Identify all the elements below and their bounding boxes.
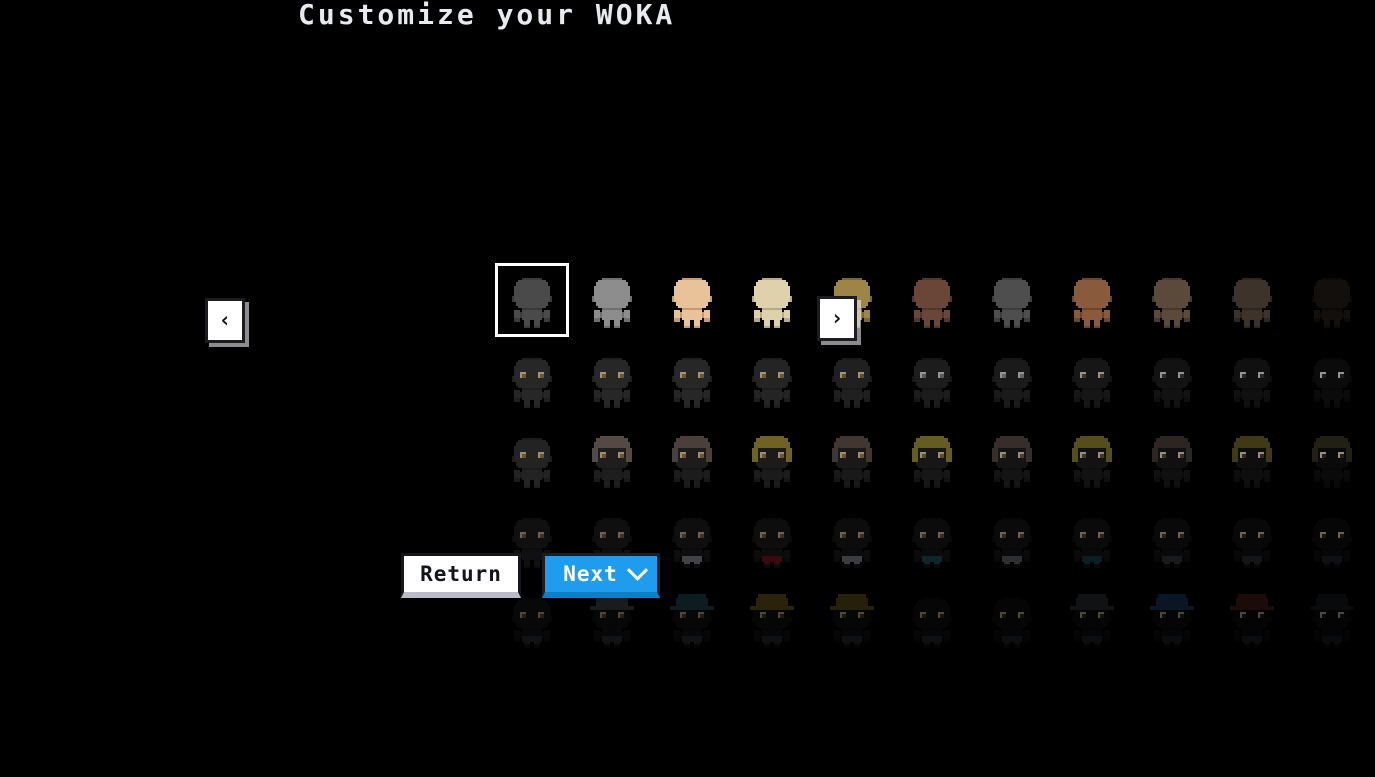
woka-option-eyes-11[interactable] (1298, 346, 1366, 414)
woka-option-body-10[interactable] (1218, 266, 1286, 334)
woka-option-hats-10[interactable] (1218, 586, 1286, 654)
woka-option-eyes-5[interactable] (818, 346, 886, 414)
woka-option-hair-3[interactable] (658, 426, 726, 494)
return-button[interactable]: Return (401, 553, 521, 598)
chevron-left-icon: ‹ (218, 308, 232, 332)
woka-customizer-screen: Customize your WOKA ‹ › Return Next (0, 0, 1375, 777)
woka-option-eyes-6[interactable] (898, 346, 966, 414)
woka-option-hats-9[interactable] (1138, 586, 1206, 654)
woka-option-body-3[interactable] (658, 266, 726, 334)
woka-option-hats-8[interactable] (1058, 586, 1126, 654)
next-button[interactable]: Next (542, 553, 660, 598)
woka-option-hair-4[interactable] (738, 426, 806, 494)
page-title: Customize your WOKA (298, 0, 676, 31)
woka-option-clothes-9[interactable] (1138, 506, 1206, 574)
woka-option-body-6[interactable] (898, 266, 966, 334)
woka-option-hair-9[interactable] (1138, 426, 1206, 494)
woka-option-body-2[interactable] (578, 266, 646, 334)
woka-option-hats-11[interactable] (1298, 586, 1366, 654)
woka-option-hair-2[interactable] (578, 426, 646, 494)
woka-option-hair-8[interactable] (1058, 426, 1126, 494)
woka-option-clothes-10[interactable] (1218, 506, 1286, 574)
woka-selection-grid (495, 263, 1375, 666)
woka-option-hats-3[interactable] (658, 586, 726, 654)
woka-option-hats-5[interactable] (818, 586, 886, 654)
woka-option-clothes-6[interactable] (898, 506, 966, 574)
woka-option-hair-1[interactable] (498, 426, 566, 494)
woka-option-hats-7[interactable] (978, 586, 1046, 654)
woka-option-eyes-4[interactable] (738, 346, 806, 414)
woka-option-body-11[interactable] (1298, 266, 1366, 334)
woka-option-eyes-1[interactable] (498, 346, 566, 414)
woka-option-body-9[interactable] (1138, 266, 1206, 334)
woka-row-hair (498, 426, 1375, 494)
woka-option-hair-11[interactable] (1298, 426, 1366, 494)
woka-option-eyes-9[interactable] (1138, 346, 1206, 414)
woka-option-hats-6[interactable] (898, 586, 966, 654)
woka-option-eyes-8[interactable] (1058, 346, 1126, 414)
woka-option-selected[interactable] (495, 263, 569, 337)
woka-row-body (495, 263, 1375, 337)
next-button-label: Next (563, 562, 618, 586)
woka-option-eyes-2[interactable] (578, 346, 646, 414)
woka-option-hair-5[interactable] (818, 426, 886, 494)
woka-option-eyes-7[interactable] (978, 346, 1046, 414)
woka-option-clothes-5[interactable] (818, 506, 886, 574)
woka-option-hair-7[interactable] (978, 426, 1046, 494)
woka-option-clothes-4[interactable] (738, 506, 806, 574)
woka-option-eyes-10[interactable] (1218, 346, 1286, 414)
chevron-right-icon: › (830, 306, 844, 330)
woka-option-clothes-7[interactable] (978, 506, 1046, 574)
woka-option-body-8[interactable] (1058, 266, 1126, 334)
woka-option-hair-6[interactable] (898, 426, 966, 494)
woka-option-hats-4[interactable] (738, 586, 806, 654)
return-button-label: Return (420, 562, 502, 586)
woka-option-hair-10[interactable] (1218, 426, 1286, 494)
woka-option-body-7[interactable] (978, 266, 1046, 334)
woka-option-body-4[interactable] (738, 266, 806, 334)
woka-row-eyes (498, 346, 1375, 414)
woka-option-clothes-8[interactable] (1058, 506, 1126, 574)
chevron-down-icon (626, 559, 648, 581)
previous-page-button[interactable]: ‹ (205, 298, 245, 343)
woka-option-clothes-3[interactable] (658, 506, 726, 574)
woka-option-eyes-3[interactable] (658, 346, 726, 414)
woka-option-clothes-11[interactable] (1298, 506, 1366, 574)
next-page-button[interactable]: › (817, 296, 857, 341)
